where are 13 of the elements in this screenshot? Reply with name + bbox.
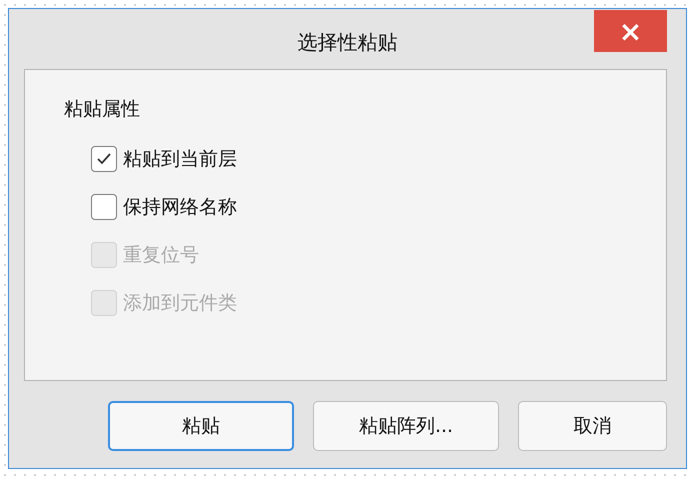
check-icon	[96, 152, 112, 166]
dialog-button[interactable]: 粘贴阵列...	[313, 401, 499, 451]
window-title: 选择性粘贴	[298, 29, 398, 56]
checkbox-label: 粘贴到当前层	[123, 146, 237, 172]
dialog-button[interactable]: 取消	[518, 401, 667, 451]
close-button[interactable]: ×	[594, 10, 667, 52]
checkbox[interactable]	[91, 194, 117, 220]
group-title: 粘贴属性	[64, 97, 141, 122]
checkbox-label: 重复位号	[123, 242, 199, 268]
checkbox[interactable]	[91, 146, 117, 172]
checkbox-label: 保持网络名称	[123, 194, 237, 220]
checkbox-label: 添加到元件类	[123, 290, 237, 316]
dialog-button[interactable]: 粘贴	[108, 401, 294, 451]
